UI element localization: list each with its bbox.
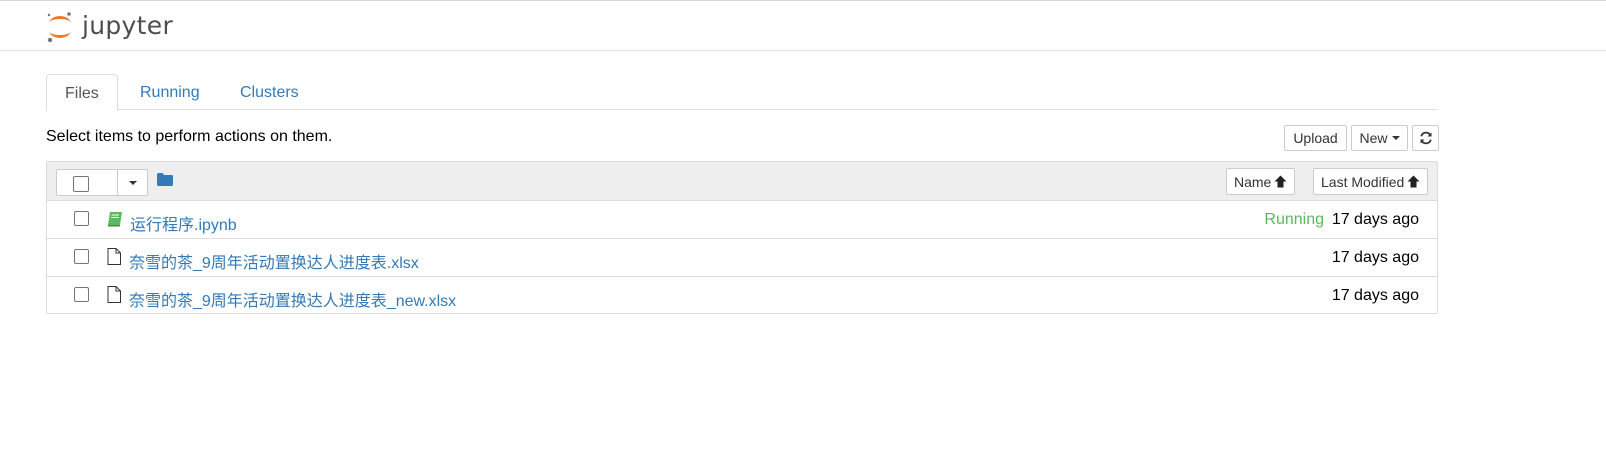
select-all-checkbox[interactable] bbox=[73, 176, 89, 192]
file-icon bbox=[107, 286, 121, 303]
list-item[interactable]: 奈雪的茶_9周年活动置换达人进度表.xlsx 17 days ago bbox=[47, 239, 1437, 277]
folder-icon[interactable] bbox=[157, 173, 173, 186]
file-list-header: Name Last Modified bbox=[47, 162, 1437, 201]
list-item[interactable]: 运行程序.ipynb Running 17 days ago bbox=[47, 201, 1437, 239]
jupyter-logo[interactable]: jupyter bbox=[46, 9, 173, 45]
last-modified: 17 days ago bbox=[1331, 211, 1419, 228]
file-list: Name Last Modified 运行程序.ipynb Running 17… bbox=[46, 161, 1438, 314]
tab-files[interactable]: Files bbox=[46, 74, 118, 111]
refresh-button[interactable] bbox=[1412, 125, 1439, 151]
upload-button[interactable]: Upload bbox=[1284, 125, 1347, 151]
sort-by-name-button[interactable]: Name bbox=[1226, 168, 1296, 195]
header-bar: jupyter bbox=[0, 0, 1606, 51]
last-modified: 17 days ago bbox=[1331, 287, 1419, 304]
file-icon bbox=[107, 248, 121, 265]
tab-clusters[interactable]: Clusters bbox=[222, 74, 317, 110]
last-modified: 17 days ago bbox=[1331, 249, 1419, 266]
file-name-link[interactable]: 奈雪的茶_9周年活动置换达人进度表_new.xlsx bbox=[129, 287, 456, 311]
caret-down-icon bbox=[1391, 136, 1400, 140]
upload-label: Upload bbox=[1293, 130, 1338, 146]
sort-by-modified-button[interactable]: Last Modified bbox=[1313, 168, 1429, 195]
arrow-up-icon bbox=[1407, 175, 1420, 188]
file-name-link[interactable]: 运行程序.ipynb bbox=[130, 211, 237, 235]
row-checkbox[interactable] bbox=[74, 249, 89, 264]
select-dropdown-button[interactable] bbox=[118, 170, 147, 195]
logo-text: jupyter bbox=[82, 10, 174, 40]
sort-name-label: Name bbox=[1234, 173, 1272, 190]
list-item[interactable]: 奈雪的茶_9周年活动置换达人进度表_new.xlsx 17 days ago bbox=[47, 277, 1437, 315]
running-status: Running bbox=[1264, 211, 1324, 228]
select-all-control bbox=[56, 169, 148, 196]
row-checkbox[interactable] bbox=[74, 211, 89, 226]
selection-message: Select items to perform actions on them. bbox=[46, 128, 333, 145]
row-checkbox[interactable] bbox=[74, 287, 89, 302]
arrow-up-icon bbox=[1274, 175, 1287, 188]
new-button[interactable]: New bbox=[1351, 125, 1408, 151]
sort-modified-label: Last Modified bbox=[1321, 173, 1405, 190]
file-name-link[interactable]: 奈雪的茶_9周年活动置换达人进度表.xlsx bbox=[129, 249, 419, 273]
new-label: New bbox=[1359, 130, 1388, 146]
jupyter-logo-icon bbox=[47, 12, 71, 43]
refresh-icon bbox=[1419, 131, 1432, 145]
tab-bar: Files Running Clusters bbox=[46, 74, 1438, 111]
tab-running[interactable]: Running bbox=[122, 74, 218, 110]
caret-down-icon bbox=[128, 180, 137, 185]
notebook-icon bbox=[107, 212, 122, 227]
